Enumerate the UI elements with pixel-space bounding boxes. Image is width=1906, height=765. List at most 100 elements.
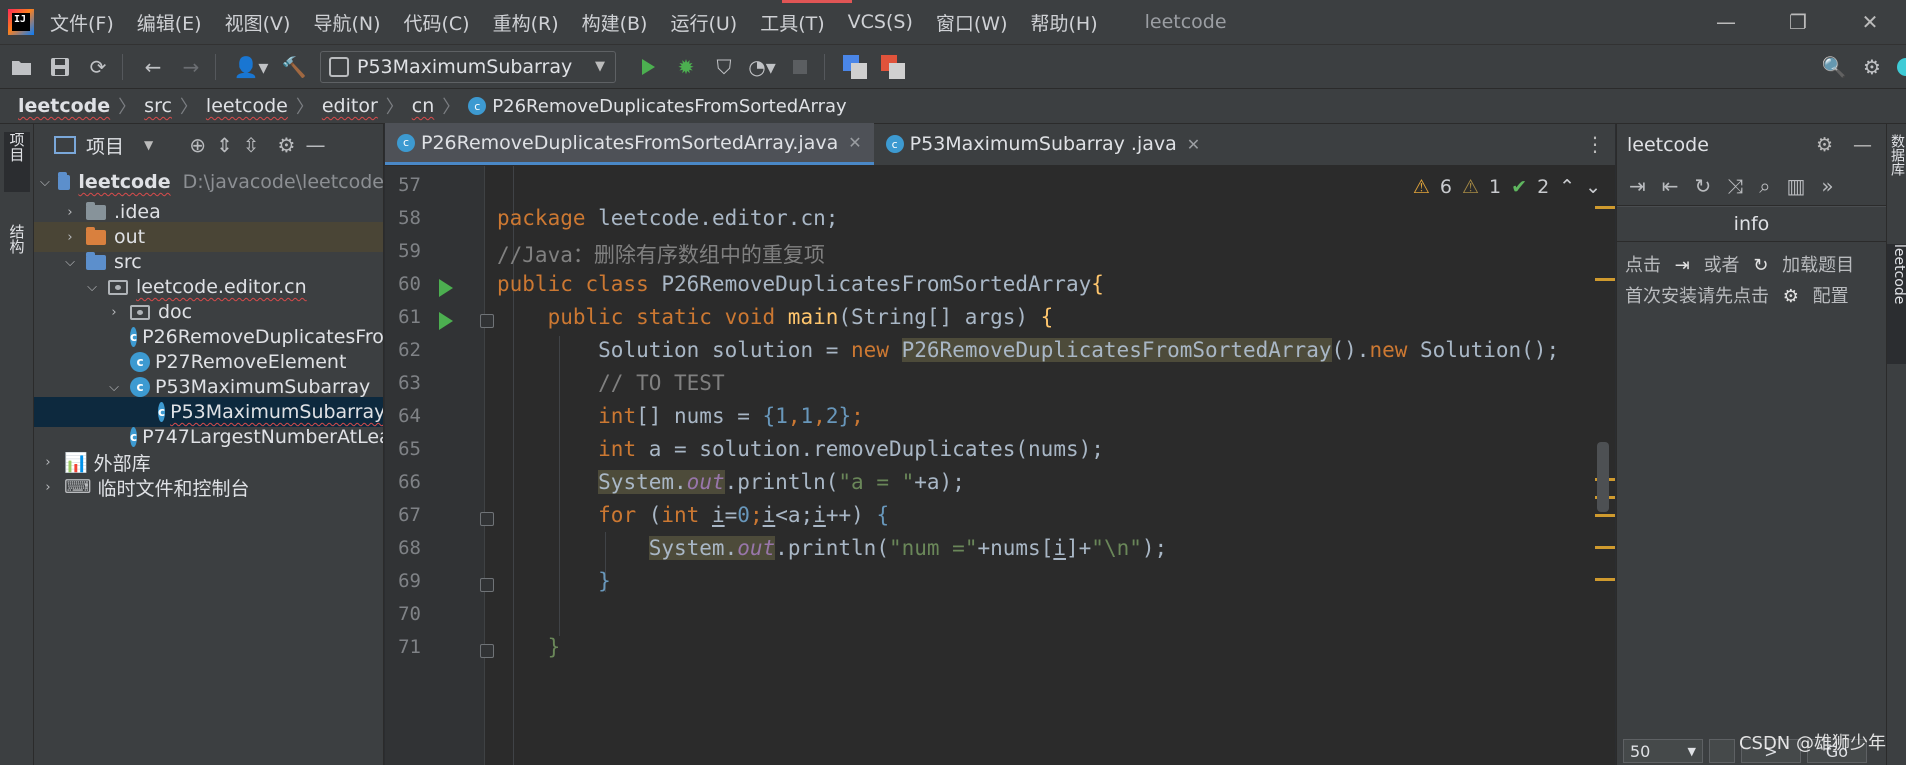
fold-marker-icon[interactable] <box>480 512 494 526</box>
translate-google-icon[interactable] <box>839 51 871 83</box>
chevron-down-icon[interactable]: ⌵ <box>40 175 50 190</box>
back-arrow-icon[interactable]: ← <box>137 51 169 83</box>
coverage-shield-icon[interactable]: ⛉ <box>708 51 740 83</box>
statistics-chart-icon[interactable]: ▥ <box>1787 174 1806 198</box>
menu-build[interactable]: 构建(B) <box>582 9 648 36</box>
scroll-warning-marker[interactable] <box>1595 514 1615 517</box>
chevron-right-icon[interactable]: › <box>106 305 122 320</box>
chevron-right-icon[interactable]: › <box>62 230 78 245</box>
chevron-right-icon[interactable]: › <box>40 480 56 495</box>
refresh-icon[interactable]: ↻ <box>1753 255 1768 276</box>
code-editor[interactable]: 57 58 59 60 61 62 63 64 65 66 67 68 69 7… <box>385 166 1615 765</box>
more-tabs-icon[interactable]: ⋮ <box>1585 132 1605 156</box>
debug-bug-icon[interactable]: ✹ <box>670 51 702 83</box>
menu-run[interactable]: 运行(U) <box>670 9 737 36</box>
tree-item-project-root[interactable]: ⌵ leetcode D:\javacode\leetcode <box>34 167 383 197</box>
save-all-icon[interactable] <box>44 51 76 83</box>
stripe-tab-leetcode[interactable]: leetcode <box>1887 244 1906 364</box>
restore-button[interactable]: ❐ <box>1762 0 1834 44</box>
breadcrumb-item[interactable]: P26RemoveDuplicatesFromSortedArray <box>492 96 846 117</box>
settings-gear-icon[interactable]: ⚙ <box>1783 286 1799 307</box>
hide-panel-icon[interactable]: — <box>1853 134 1872 156</box>
chevron-right-icon[interactable]: › <box>62 205 78 220</box>
run-configuration-select[interactable]: P53MaximumSubarray ▼ <box>320 50 616 83</box>
page-number-input[interactable] <box>1709 739 1735 763</box>
editor-tab-p53[interactable]: c P53MaximumSubarray .java ✕ <box>874 123 1213 165</box>
breadcrumb-item[interactable]: cn <box>412 95 435 117</box>
vcs-user-icon[interactable]: 👤▾ <box>230 51 272 83</box>
folder-icon <box>86 251 106 270</box>
close-window-button[interactable]: ✕ <box>1834 0 1906 44</box>
search-icon[interactable]: 🔍 <box>1818 51 1850 83</box>
menu-view[interactable]: 视图(V) <box>225 9 291 36</box>
menu-help[interactable]: 帮助(H) <box>1031 9 1098 36</box>
close-tab-icon[interactable]: ✕ <box>848 133 861 152</box>
more-chevron-icon[interactable]: » <box>1821 174 1833 198</box>
folder-icon <box>86 201 106 220</box>
inspection-widget[interactable]: ⚠ 6 ⚠ 1 ✔ 2 ⌃ ⌄ <box>1413 176 1601 198</box>
breadcrumb-item[interactable]: editor <box>322 95 378 117</box>
menu-window[interactable]: 窗口(W) <box>936 9 1008 36</box>
translate-alt-icon[interactable] <box>877 51 909 83</box>
chevron-down-icon[interactable]: ⌵ <box>84 280 100 295</box>
sync-icon[interactable]: ⟳ <box>82 51 114 83</box>
fold-marker-icon[interactable] <box>480 578 494 592</box>
profiler-icon[interactable]: ◔▾ <box>746 51 778 83</box>
menu-code[interactable]: 代码(C) <box>403 9 469 36</box>
sign-in-icon[interactable]: ⇥ <box>1675 255 1690 276</box>
random-shuffle-icon[interactable]: ⤨ <box>1727 174 1743 198</box>
refresh-icon[interactable]: ↻ <box>1695 174 1712 198</box>
sign-in-icon[interactable]: ⇥ <box>1629 174 1646 198</box>
run-icon[interactable] <box>632 51 664 83</box>
chevron-down-icon[interactable]: ⌵ <box>106 380 122 395</box>
scroll-warning-marker[interactable] <box>1595 578 1615 581</box>
menu-refactor[interactable]: 重构(R) <box>493 9 559 36</box>
breadcrumb-item[interactable]: leetcode <box>18 95 110 117</box>
sign-out-icon[interactable]: ⇤ <box>1662 174 1679 198</box>
run-class-icon[interactable] <box>439 279 453 297</box>
tree-item-scratches[interactable]: › ⌨ 临时文件和控制台 <box>34 472 383 502</box>
menu-tools[interactable]: 工具(T) <box>760 9 824 36</box>
close-tab-icon[interactable]: ✕ <box>1187 135 1200 154</box>
fold-marker-icon[interactable] <box>480 314 494 328</box>
collapse-all-icon[interactable]: ⇳ <box>243 133 260 157</box>
stripe-tab-database[interactable]: 数据库 <box>1887 134 1906 224</box>
forward-arrow-icon[interactable]: → <box>175 51 207 83</box>
expand-all-icon[interactable]: ⇕ <box>216 133 233 157</box>
stop-icon[interactable] <box>784 51 816 83</box>
chevron-down-icon[interactable]: ▼ <box>144 138 153 152</box>
stripe-tab-structure[interactable]: 结构 <box>4 224 30 284</box>
panel-settings-gear-icon[interactable]: ⚙ <box>1816 134 1833 156</box>
chevron-up-icon[interactable]: ⌃ <box>1559 176 1575 198</box>
chevron-down-icon[interactable]: ⌄ <box>1585 176 1601 198</box>
stripe-tab-project[interactable]: 项目 <box>4 132 30 192</box>
minimize-button[interactable]: — <box>1690 0 1762 44</box>
typo-check-icon: ✔ <box>1511 176 1528 198</box>
run-main-icon[interactable] <box>439 312 453 330</box>
project-panel-title[interactable]: 项目 <box>86 132 124 159</box>
chevron-right-icon[interactable]: › <box>40 455 56 470</box>
hide-panel-icon[interactable]: — <box>305 133 325 157</box>
scroll-warning-marker[interactable] <box>1595 546 1615 549</box>
breadcrumb-item[interactable]: leetcode <box>206 95 288 117</box>
settings-gear-icon[interactable]: ⚙ <box>1856 51 1888 83</box>
editor-tab-p26[interactable]: c P26RemoveDuplicatesFromSortedArray.jav… <box>385 123 874 165</box>
build-hammer-icon[interactable]: 🔨 <box>278 51 310 83</box>
panel-settings-gear-icon[interactable]: ⚙ <box>278 133 296 157</box>
open-folder-icon[interactable] <box>6 51 38 83</box>
page-size-select[interactable]: 50 ▼ <box>1623 739 1703 763</box>
locate-target-icon[interactable]: ⊕ <box>189 133 206 157</box>
code-line-65: int a = solution.removeDuplicates(nums); <box>598 437 1104 461</box>
fold-marker-icon[interactable] <box>480 644 494 658</box>
scroll-warning-marker[interactable] <box>1595 278 1615 281</box>
breadcrumb-item[interactable]: src <box>144 95 172 117</box>
menu-file[interactable]: 文件(F) <box>50 9 114 36</box>
plugin-logo-icon[interactable] <box>1894 51 1906 83</box>
chevron-down-icon[interactable]: ⌵ <box>62 255 78 270</box>
search-icon[interactable]: ⌕ <box>1759 174 1770 198</box>
menu-navigate[interactable]: 导航(N) <box>313 9 380 36</box>
scroll-warning-marker[interactable] <box>1595 206 1615 209</box>
menu-edit[interactable]: 编辑(E) <box>137 9 202 36</box>
menu-vcs[interactable]: VCS(S) <box>848 11 913 33</box>
editor-scrollbar-thumb[interactable] <box>1597 442 1609 512</box>
